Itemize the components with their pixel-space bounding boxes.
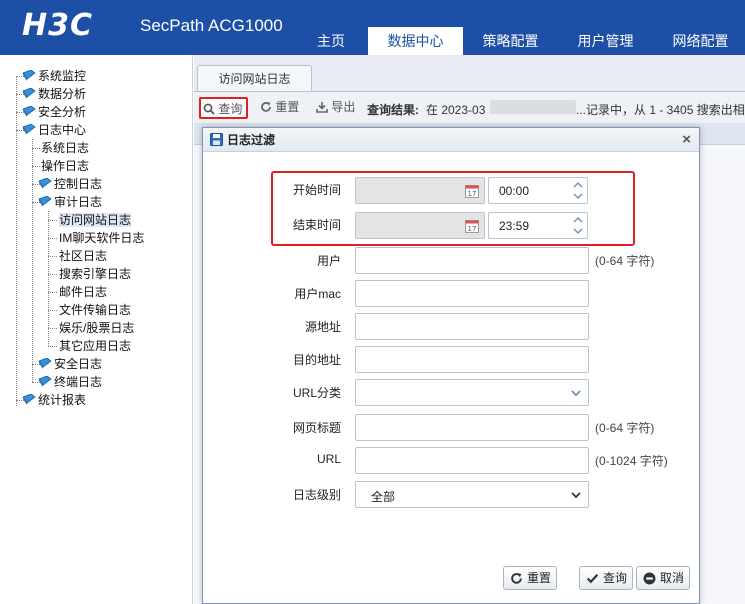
dialog-title: 日志过滤 xyxy=(227,133,276,147)
sidebar-item-security-log[interactable]: 安全日志 xyxy=(38,355,102,373)
folder-icon xyxy=(22,106,36,117)
sidebar-item-system-monitor[interactable]: 系统监控 xyxy=(22,67,86,85)
toolbar: 查询 重置 导出 查询结果: 在 2023-03 ...记录中，从 1 - 34… xyxy=(194,91,745,123)
sidebar-item-other-app-log[interactable]: 其它应用日志 xyxy=(59,337,131,355)
calendar-icon[interactable]: 17 xyxy=(465,184,479,198)
tab-web-access-log[interactable]: 访问网站日志 xyxy=(197,65,312,91)
spin-up-icon[interactable] xyxy=(572,215,584,225)
url-category-label: URL分类 xyxy=(292,386,341,400)
end-time-input[interactable]: 23:59 xyxy=(488,212,588,239)
reset-button[interactable]: 重置 xyxy=(260,97,299,119)
save-icon xyxy=(210,133,223,146)
log-level-select[interactable]: 全部 xyxy=(355,481,589,508)
svg-text:17: 17 xyxy=(468,190,477,198)
sidebar-item-entertainment-stock-log[interactable]: 娱乐/股票日志 xyxy=(59,319,134,337)
folder-icon xyxy=(22,88,36,99)
svg-text:17: 17 xyxy=(468,225,477,233)
sidebar-item-audit-log[interactable]: 审计日志 xyxy=(38,193,102,211)
sidebar-item-im-chat-log[interactable]: IM聊天软件日志 xyxy=(59,229,144,247)
folder-icon xyxy=(38,376,52,387)
sidebar-item-community-log[interactable]: 社区日志 xyxy=(59,247,107,265)
end-date-input: 17 xyxy=(355,212,485,239)
nav-data-center[interactable]: 数据中心 xyxy=(368,27,463,55)
result-text: 在 2023-03 xyxy=(426,103,486,117)
folder-open-icon xyxy=(38,196,52,207)
url-input[interactable] xyxy=(355,447,589,474)
sidebar-item-data-analysis[interactable]: 数据分析 xyxy=(22,85,86,103)
folder-icon xyxy=(38,358,52,369)
url-label: URL xyxy=(316,452,341,466)
sidebar-item-control-log[interactable]: 控制日志 xyxy=(38,175,102,193)
dialog-cancel-button[interactable]: 取消 xyxy=(636,566,690,590)
h3c-logo: H3C xyxy=(22,8,93,43)
sidebar-item-operation-log[interactable]: 操作日志 xyxy=(41,157,89,175)
chevron-down-icon xyxy=(571,492,581,499)
start-date-input: 17 xyxy=(355,177,485,204)
sidebar-item-system-log[interactable]: 系统日志 xyxy=(41,139,89,157)
search-icon xyxy=(203,103,215,115)
blurred-text xyxy=(490,100,576,114)
sidebar-item-search-engine-log[interactable]: 搜索引擎日志 xyxy=(59,265,131,283)
dialog-query-button[interactable]: 查询 xyxy=(579,566,633,590)
export-icon xyxy=(316,102,328,113)
refresh-icon xyxy=(261,102,271,112)
nav-home[interactable]: 主页 xyxy=(300,27,362,55)
main-nav: 主页 数据中心 策略配置 用户管理 网络配置 xyxy=(300,27,745,55)
spin-down-icon[interactable] xyxy=(572,226,584,236)
calendar-icon[interactable]: 17 xyxy=(465,219,479,233)
check-icon xyxy=(586,573,599,584)
user-input[interactable] xyxy=(355,247,589,274)
end-time-label: 结束时间 xyxy=(292,218,341,232)
app-header: H3C SecPath ACG1000 主页 数据中心 策略配置 用户管理 网络… xyxy=(0,0,745,55)
query-button[interactable]: 查询 xyxy=(199,97,248,119)
url-category-select[interactable] xyxy=(355,379,589,406)
sidebar-item-log-center[interactable]: 日志中心 xyxy=(22,121,86,139)
close-icon[interactable]: × xyxy=(682,128,691,152)
export-button[interactable]: 导出 xyxy=(316,97,355,119)
sidebar-item-statistics-report[interactable]: 统计报表 xyxy=(22,391,86,409)
folder-icon xyxy=(22,394,36,405)
nav-policy-config[interactable]: 策略配置 xyxy=(463,27,558,55)
folder-open-icon xyxy=(22,124,36,135)
sidebar-item-file-transfer-log[interactable]: 文件传输日志 xyxy=(59,301,131,319)
spin-down-icon[interactable] xyxy=(572,191,584,201)
result-label: 查询结果: xyxy=(367,103,419,117)
sidebar-item-mail-log[interactable]: 邮件日志 xyxy=(59,283,107,301)
user-mac-input[interactable] xyxy=(355,280,589,307)
source-address-label: 源地址 xyxy=(304,320,341,334)
user-label: 用户 xyxy=(316,254,341,268)
destination-address-label: 目的地址 xyxy=(292,353,341,367)
log-filter-dialog: 日志过滤 × 开始时间 17 00:00 结束时间 17 23:59 用户 (0… xyxy=(202,127,700,604)
sidebar-tree: 系统监控 数据分析 安全分析 日志中心 系统日志 操作日志 控制日志 审计日志 … xyxy=(0,55,193,604)
spin-up-icon[interactable] xyxy=(572,180,584,190)
dialog-reset-button[interactable]: 重置 xyxy=(503,566,557,590)
page-title-input[interactable] xyxy=(355,414,589,441)
nav-user-management[interactable]: 用户管理 xyxy=(558,27,653,55)
sidebar-item-security-analysis[interactable]: 安全分析 xyxy=(22,103,86,121)
sidebar-item-terminal-log[interactable]: 终端日志 xyxy=(38,373,102,391)
user-mac-label: 用户mac xyxy=(294,287,341,301)
folder-icon xyxy=(38,178,52,189)
folder-icon xyxy=(22,70,36,81)
user-hint: (0-64 字符) xyxy=(595,254,655,268)
start-time-input[interactable]: 00:00 xyxy=(488,177,588,204)
destination-address-input[interactable] xyxy=(355,346,589,373)
refresh-icon xyxy=(511,573,522,584)
sidebar-item-web-access-log[interactable]: 访问网站日志 xyxy=(59,211,132,229)
dialog-body: 开始时间 17 00:00 结束时间 17 23:59 用户 (0-64 字符)… xyxy=(203,153,699,603)
source-address-input[interactable] xyxy=(355,313,589,340)
page-title-hint: (0-64 字符) xyxy=(595,421,655,435)
page-title-label: 网页标题 xyxy=(292,421,341,435)
log-level-label: 日志级别 xyxy=(292,488,341,502)
result-tail-text: ...记录中，从 1 - 3405 搜索出相关 xyxy=(576,103,745,117)
product-name: SecPath ACG1000 xyxy=(140,16,283,35)
url-hint: (0-1024 字符) xyxy=(595,454,668,468)
minus-circle-icon xyxy=(643,572,656,585)
chevron-down-icon xyxy=(571,390,581,397)
start-time-label: 开始时间 xyxy=(292,183,341,197)
nav-network-config[interactable]: 网络配置 xyxy=(653,27,745,55)
dialog-title-bar: 日志过滤 × xyxy=(203,128,699,152)
